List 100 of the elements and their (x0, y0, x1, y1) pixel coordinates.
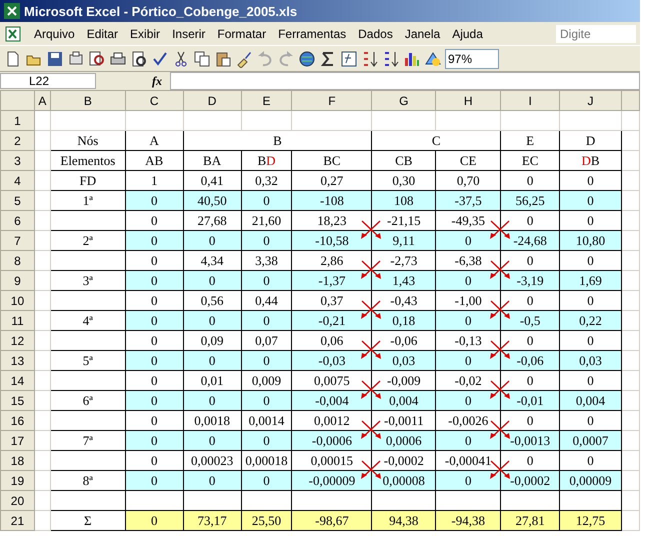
column-header[interactable]: C (125, 90, 184, 110)
value-cell: 0 (125, 230, 184, 250)
formula-field[interactable] (170, 72, 640, 90)
row-header[interactable]: 9 (0, 270, 34, 290)
value-cell: -0,06 (372, 330, 436, 350)
row-header[interactable]: 12 (0, 330, 34, 350)
value-cell: -21,15 (372, 210, 436, 230)
value-cell: 1,69 (560, 270, 622, 290)
save-icon[interactable] (46, 50, 64, 68)
value-cell: 40,50 (183, 190, 242, 210)
row-header[interactable]: 21 (0, 510, 34, 530)
menu-item[interactable]: Inserir (172, 26, 206, 40)
row-header[interactable]: 14 (0, 370, 34, 390)
row-header[interactable]: 2 (0, 130, 34, 150)
value-cell: 0 (183, 350, 242, 370)
value-cell: 25,50 (241, 510, 292, 530)
value-cell: 0,01 (183, 370, 242, 390)
column-header[interactable]: I (500, 90, 560, 110)
print-icon[interactable] (109, 50, 127, 68)
value-cell: -108 (292, 190, 372, 210)
value-cell: 0 (241, 190, 292, 210)
value-cell: 12,75 (560, 510, 622, 530)
column-header[interactable]: F (292, 90, 372, 110)
function-label[interactable]: fx (152, 74, 162, 88)
crossed-arrows-icon (359, 299, 384, 321)
search-icon[interactable] (88, 50, 106, 68)
value-cell: 0 (560, 250, 622, 270)
value-cell: -0,06 (500, 350, 560, 370)
name-box[interactable]: L22 (0, 73, 96, 89)
row-header[interactable]: 16 (0, 410, 34, 430)
row-header[interactable]: 1 (0, 110, 34, 130)
row-header[interactable]: 18 (0, 450, 34, 470)
globe-icon[interactable] (298, 50, 316, 68)
column-header[interactable]: A (34, 90, 50, 110)
value-cell: -94,38 (436, 510, 501, 530)
value-cell: 0 (560, 410, 622, 430)
value-cell: 0,22 (560, 310, 622, 330)
value-cell: 0 (125, 330, 184, 350)
workbook-icon[interactable] (4, 24, 22, 42)
value-cell: 0 (125, 310, 184, 330)
sort-ascending-icon[interactable] (361, 50, 379, 68)
menu-item[interactable]: Editar (86, 26, 118, 40)
value-cell: -49,35 (436, 210, 501, 230)
crossed-arrows-icon (359, 419, 384, 441)
column-header[interactable]: D (183, 90, 242, 110)
value-cell: -0,13 (436, 330, 501, 350)
value-cell: 0 (125, 190, 184, 210)
value-cell: 9,11 (372, 230, 436, 250)
value-cell: -1,00 (436, 290, 501, 310)
row-header[interactable]: 4 (0, 170, 34, 190)
row-header[interactable]: 5 (0, 190, 34, 210)
row-header[interactable]: 8 (0, 250, 34, 270)
zoom-dropdown[interactable]: 97% (445, 48, 499, 68)
value-cell: 0 (560, 210, 622, 230)
value-cell: 0 (125, 390, 184, 410)
row-header[interactable]: 7 (0, 230, 34, 250)
row-header[interactable]: 10 (0, 290, 34, 310)
row-header[interactable]: 11 (0, 310, 34, 330)
help-search-field[interactable]: Digite (556, 24, 636, 42)
menu-item[interactable]: Janela (404, 26, 440, 40)
spelling-icon[interactable] (151, 50, 169, 68)
row-header[interactable]: 6 (0, 210, 34, 230)
paste-icon[interactable] (214, 50, 232, 68)
row-header[interactable]: 20 (0, 490, 34, 510)
row-header[interactable]: 13 (0, 350, 34, 370)
value-cell: -0,43 (372, 290, 436, 310)
row-label: Σ (50, 510, 126, 530)
value-cell: -0,0002 (500, 470, 560, 490)
value-cell: 10,80 (560, 230, 622, 250)
value-cell: 0 (241, 230, 292, 250)
column-header[interactable]: E (241, 90, 292, 110)
sort-descending-icon[interactable] (382, 50, 400, 68)
value-cell: 0,56 (183, 290, 242, 310)
column-header[interactable]: H (436, 90, 501, 110)
column-header[interactable]: B (50, 90, 126, 110)
print-preview-icon[interactable] (130, 50, 148, 68)
row-header[interactable]: 19 (0, 470, 34, 490)
value-cell: 0,07 (241, 330, 292, 350)
menu-item[interactable]: Formatar (217, 26, 266, 40)
menu-item[interactable]: Arquivo (34, 26, 75, 40)
row-header[interactable]: 3 (0, 150, 34, 170)
value-cell: -24,68 (500, 230, 560, 250)
drawing-icon[interactable] (424, 50, 442, 68)
value-cell: 0 (500, 170, 560, 190)
copy-icon[interactable] (193, 50, 211, 68)
row-header[interactable]: 15 (0, 390, 34, 410)
column-header[interactable]: J (560, 90, 622, 110)
value-cell: 0,0014 (241, 410, 292, 430)
row-header[interactable]: 17 (0, 430, 34, 450)
row-label: 6ª (50, 390, 126, 410)
menu-item[interactable]: Dados (358, 26, 393, 40)
value-cell: 27,68 (183, 210, 242, 230)
crossed-arrows-icon (488, 219, 512, 241)
paintbrush-icon[interactable] (235, 50, 253, 68)
menu-item[interactable]: Exibir (130, 26, 160, 40)
menu-item[interactable]: Ferramentas (278, 26, 346, 40)
value-cell: 0,44 (241, 290, 292, 310)
crossed-arrows-icon (488, 419, 512, 441)
menu-item[interactable]: Ajuda (452, 26, 483, 40)
column-header[interactable]: G (372, 90, 436, 110)
